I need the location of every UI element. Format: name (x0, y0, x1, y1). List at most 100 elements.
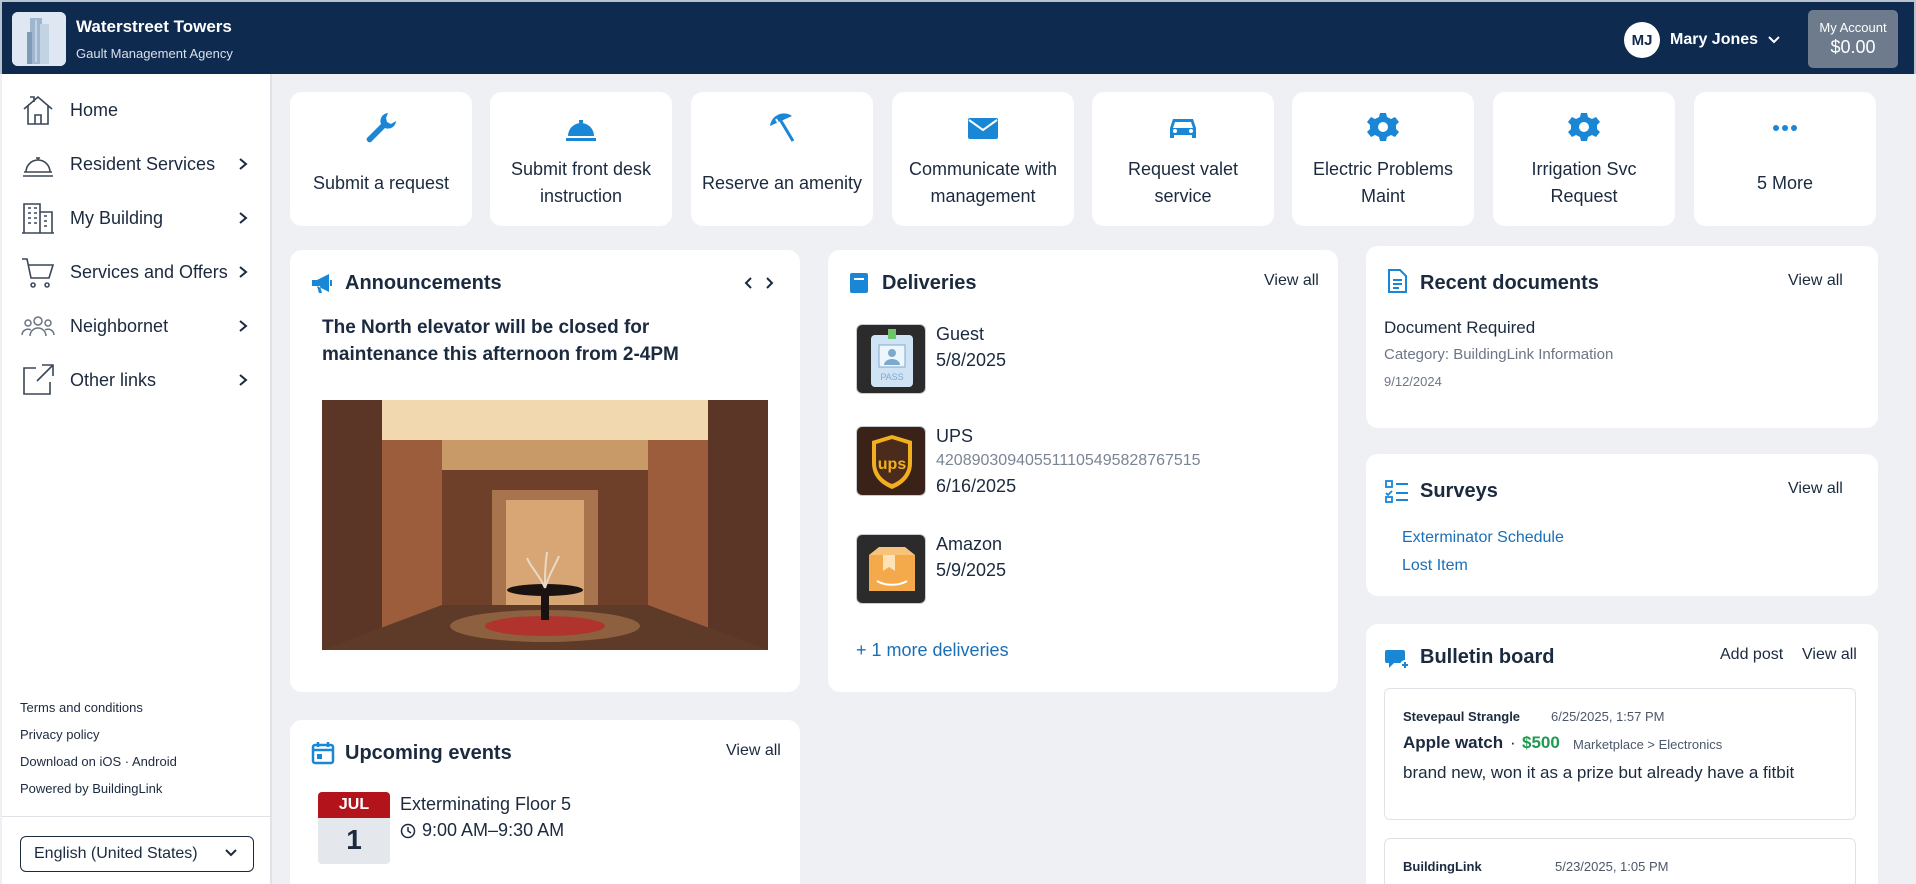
car-icon (1170, 119, 1196, 138)
agency-name: Gault Management Agency (76, 46, 233, 61)
quick-action-label: Irrigation Svc Request (1531, 159, 1637, 206)
megaphone-icon (312, 274, 332, 293)
amazon-thumbnail (856, 534, 926, 604)
building-name: Waterstreet Towers (76, 17, 232, 36)
cart-icon (22, 258, 55, 288)
recent-documents-card: Recent documents View all Document Requi… (1366, 246, 1878, 428)
quick-action-submit-request[interactable]: Submit a request (290, 92, 472, 226)
powered-by-link[interactable]: Powered by BuildingLink (20, 781, 162, 796)
surveys-view-all-link[interactable]: View all (1788, 480, 1843, 498)
document-category: Category: BuildingLink Information (1384, 346, 1614, 363)
wrench-icon (366, 113, 396, 143)
add-post-link[interactable]: Add post (1720, 646, 1783, 664)
download-apps-link[interactable]: Download on iOS · Android (20, 754, 177, 769)
gear-icon (1568, 113, 1600, 141)
sidebar-item-services-and-offers[interactable]: Services and Offers (2, 248, 270, 296)
sidebar-item-label: Home (70, 99, 119, 120)
svg-text:PASS: PASS (880, 372, 903, 382)
sidebar-item-resident-services[interactable]: Resident Services (2, 140, 270, 188)
surveys-card: Surveys View all Exterminator Schedule L… (1366, 454, 1878, 596)
privacy-link[interactable]: Privacy policy (20, 727, 99, 742)
sidebar-item-home[interactable]: Home (2, 86, 270, 134)
delivery-date: 5/8/2025 (936, 350, 1007, 370)
account-label: My Account (1819, 20, 1887, 35)
announcement-text: The North elevator will be closed for ma… (322, 317, 679, 365)
sidebar-item-my-building[interactable]: My Building (2, 194, 270, 242)
bulletin-post[interactable]: Stevepaul Strangle 6/25/2025, 1:57 PM Ap… (1384, 688, 1856, 820)
sidebar: Home Resident Services My Building Servi… (2, 74, 272, 884)
deliveries-view-all-link[interactable]: View all (1264, 272, 1319, 290)
post-author: BuildingLink (1403, 859, 1482, 874)
sidebar-item-label: Services and Offers (70, 261, 228, 282)
quick-action-communicate[interactable]: Communicate with management (892, 92, 1074, 226)
sidebar-item-other-links[interactable]: Other links (2, 356, 270, 404)
user-menu[interactable]: MJ Mary Jones (1624, 22, 1780, 58)
lobby-image (322, 400, 768, 650)
package-icon (850, 273, 868, 293)
language-value: English (United States) (34, 845, 198, 862)
events-view-all-link[interactable]: View all (726, 742, 781, 760)
quick-action-valet[interactable]: Request valet service (1092, 92, 1274, 226)
chevron-right-icon (239, 320, 248, 332)
quick-action-reserve-amenity[interactable]: Reserve an amenity (691, 92, 873, 226)
envelope-icon (968, 118, 998, 139)
language-select[interactable]: English (United States) (20, 836, 254, 872)
more-deliveries-link[interactable]: + 1 more deliveries (856, 640, 1009, 661)
bulletin-view-all-link[interactable]: View all (1802, 646, 1857, 664)
quick-action-irrigation[interactable]: Irrigation Svc Request (1493, 92, 1675, 226)
recent-documents-title: Recent documents (1420, 272, 1599, 294)
delivery-date: 5/9/2025 (936, 560, 1007, 580)
documents-view-all-link[interactable]: View all (1788, 272, 1843, 290)
delivery-carrier: Guest (936, 324, 985, 344)
external-link-icon (23, 364, 54, 395)
quick-action-more[interactable]: 5 More (1694, 92, 1876, 226)
chevron-left-icon[interactable] (742, 276, 754, 290)
document-title[interactable]: Document Required (1384, 318, 1535, 338)
event-name[interactable]: Exterminating Floor 5 (400, 794, 571, 815)
sidebar-item-label: Neighbornet (70, 315, 169, 336)
calendar-icon (311, 742, 335, 765)
terms-link[interactable]: Terms and conditions (20, 700, 143, 715)
quick-action-label: 5 More (1756, 172, 1814, 193)
avatar: MJ (1624, 22, 1660, 58)
sidebar-item-label: Other links (70, 369, 157, 390)
quick-action-label: Request valet service (1127, 159, 1239, 206)
umbrella-icon (770, 113, 795, 142)
bell-icon (23, 157, 53, 177)
user-name: Mary Jones (1670, 31, 1759, 48)
chevron-right-icon (239, 158, 248, 170)
service-bell-icon (566, 120, 596, 141)
post-price: $500 (1522, 733, 1560, 752)
surveys-title: Surveys (1420, 480, 1498, 502)
document-date: 9/12/2024 (1384, 374, 1442, 389)
delivery-carrier: Amazon (936, 534, 1003, 554)
top-header: Waterstreet Towers Gault Management Agen… (0, 0, 1916, 74)
chat-plus-icon (1385, 650, 1410, 670)
post-title: Apple watch (1403, 733, 1504, 752)
sidebar-item-neighbornet[interactable]: Neighbornet (2, 302, 270, 350)
announcements-card: Announcements The North elevator will be… (290, 250, 800, 692)
divider (2, 816, 270, 817)
building-logo[interactable] (12, 12, 66, 66)
bulletin-post[interactable]: BuildingLink 5/23/2025, 1:05 PM (1384, 838, 1856, 884)
chevron-right-icon[interactable] (764, 276, 776, 290)
quick-action-front-desk[interactable]: Submit front desk instruction (490, 92, 672, 226)
chevron-down-icon (225, 849, 237, 857)
people-icon (21, 316, 55, 337)
quick-action-electric[interactable]: Electric Problems Maint (1292, 92, 1474, 226)
survey-link[interactable]: Exterminator Schedule (1402, 529, 1564, 547)
checklist-icon (1385, 480, 1408, 503)
upcoming-events-card: Upcoming events View all JUL 1 Extermina… (290, 720, 800, 884)
chevron-right-icon (239, 374, 248, 386)
deliveries-title: Deliveries (882, 272, 977, 294)
my-account-button[interactable]: My Account $0.00 (1808, 10, 1898, 68)
gear-icon (1367, 113, 1399, 141)
ups-thumbnail: ups (856, 426, 926, 496)
document-icon (1388, 269, 1407, 293)
post-body: brand new, won it as a prize but already… (1403, 763, 1795, 782)
quick-action-label: Submit a request (312, 172, 450, 193)
quick-action-label: Submit front desk instruction (510, 159, 652, 206)
survey-link[interactable]: Lost Item (1402, 557, 1468, 575)
quick-action-label: Electric Problems Maint (1312, 159, 1454, 206)
event-month: JUL (318, 792, 390, 818)
